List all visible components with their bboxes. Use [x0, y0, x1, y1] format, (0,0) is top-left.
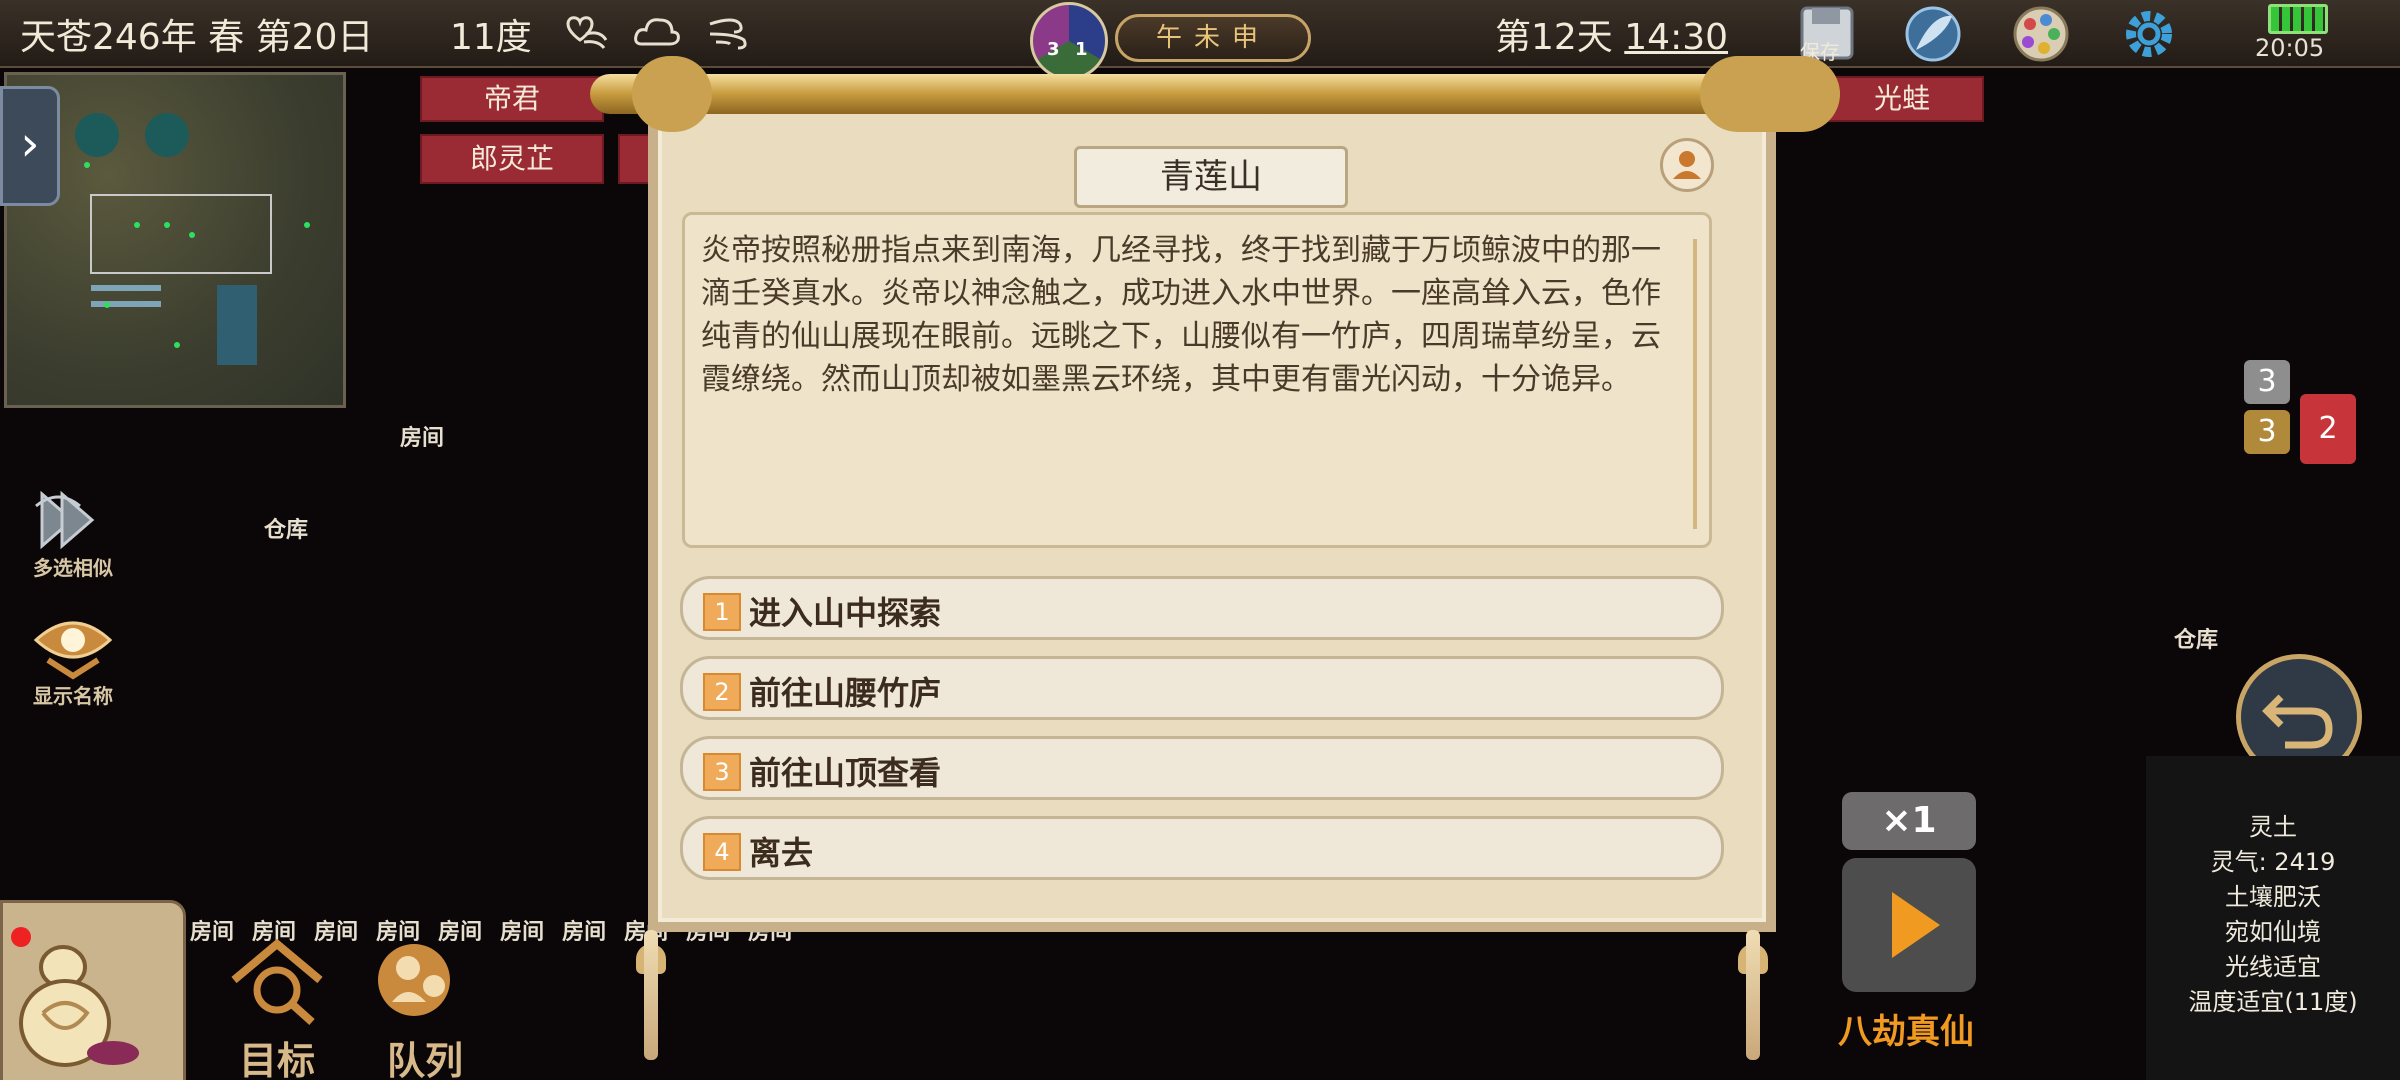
play-button[interactable]	[1842, 858, 1976, 992]
choice-label: 前往山顶查看	[749, 754, 942, 792]
story-text-box[interactable]: 炎帝按照秘册指点来到南海，几经寻找，终于找到藏于万顷鲸波中的那一滴壬癸真水。炎帝…	[682, 212, 1712, 548]
feather-icon[interactable]	[1902, 4, 1964, 64]
choice-button[interactable]: 2 前往山腰竹庐	[680, 656, 1724, 720]
show-names-label: 显示名称	[33, 684, 113, 708]
cloud-icon[interactable]	[632, 10, 682, 56]
character-tag[interactable]: 帝君	[420, 76, 604, 122]
system-time: 20:05	[2255, 34, 2325, 62]
choice-number: 3	[703, 753, 741, 791]
dialog-title: 青莲山	[1074, 146, 1348, 208]
wind-icon[interactable]	[706, 10, 756, 56]
taiji-number: 1	[1075, 39, 1088, 60]
tile-info-panel: 灵土 灵气: 2419 土壤肥沃 宛如仙境 光线适宜 温度适宜(11度)	[2146, 756, 2400, 1080]
multi-select-button[interactable]: 多选相似	[18, 486, 128, 581]
story-text: 炎帝按照秘册指点来到南海，几经寻找，终于找到藏于万顷鲸波中的那一滴壬癸真水。炎帝…	[701, 233, 1661, 397]
queue-icon	[378, 944, 450, 1016]
target-icon	[231, 938, 323, 1025]
scroll-rod	[590, 74, 1840, 114]
gear-icon[interactable]	[2118, 4, 2180, 64]
tassel-ornament	[644, 930, 658, 1060]
eye-icon	[33, 621, 113, 680]
tile-light: 光线适宜	[2225, 953, 2321, 981]
game-date: 天苍246年 春 第20日	[20, 17, 374, 58]
taiji-number: 3	[1047, 39, 1060, 60]
scroll-rod-end	[1700, 56, 1840, 132]
time-period: 午未申	[1115, 14, 1311, 62]
character-tag[interactable]: 光蛙	[1820, 76, 1984, 122]
map-label-warehouse: 仓库	[264, 518, 309, 543]
choice-number: 1	[703, 593, 741, 631]
queue-label: 队列	[386, 1039, 463, 1080]
character-tag-partial[interactable]	[618, 134, 652, 184]
map-label-warehouse: 仓库	[2174, 628, 2219, 653]
game-screen: 天苍246年 春 第20日 11度 3 1 午未申 第12天 14:30 保存	[0, 0, 2400, 1080]
choice-label: 离去	[749, 834, 814, 872]
map-label-room: 房间	[400, 426, 445, 451]
character-tag[interactable]: 郎灵芷	[420, 134, 604, 184]
play-icon	[1892, 892, 1940, 958]
choice-label: 前往山腰竹庐	[749, 674, 942, 712]
tile-soil: 土壤肥沃	[2225, 883, 2321, 911]
target-label: 目标	[238, 1039, 315, 1080]
tile-temperature: 温度适宜(11度)	[2188, 988, 2358, 1016]
speed-button[interactable]: ×1	[1842, 792, 1976, 850]
gourd-panel[interactable]	[0, 900, 186, 1080]
day-count: 第12天	[1495, 17, 1613, 58]
minimap-expand-button[interactable]: ›	[0, 86, 60, 206]
tile-qi: 灵气: 2419	[2210, 848, 2336, 876]
gourd-icon	[11, 927, 139, 1067]
target-button[interactable]: 目标	[222, 936, 332, 1080]
multi-select-label: 多选相似	[33, 556, 113, 580]
choice-label: 进入山中探索	[749, 594, 942, 632]
map-label-room: 房间	[562, 920, 607, 945]
heart-wind-icon[interactable]	[560, 10, 610, 56]
day-time: 第12天 14:30	[1495, 8, 1728, 60]
tassel-ornament	[1746, 930, 1760, 1060]
tile-type: 灵土	[2249, 813, 2297, 841]
tile-description: 宛如仙境	[2225, 918, 2321, 946]
taiji-indicator[interactable]: 3 1	[1030, 2, 1108, 80]
choice-button[interactable]: 3 前往山顶查看	[680, 736, 1724, 800]
avatar-button[interactable]	[1660, 138, 1714, 192]
temperature: 11度	[450, 17, 532, 58]
top-status-bar: 天苍246年 春 第20日 11度 3 1 午未申 第12天 14:30 保存	[0, 0, 2400, 80]
queue-button[interactable]: 队列	[370, 936, 480, 1080]
count-badge[interactable]: 3	[2244, 410, 2290, 454]
scroll-rod-end	[632, 56, 712, 132]
battery-icon	[2268, 4, 2328, 34]
map-label-room: 房间	[500, 920, 545, 945]
alert-badge[interactable]: 2	[2300, 394, 2356, 464]
choice-number: 4	[703, 833, 741, 871]
count-badge[interactable]: 3	[2244, 360, 2290, 404]
choice-button[interactable]: 4 离去	[680, 816, 1724, 880]
clock: 14:30	[1624, 17, 1729, 58]
palette-icon[interactable]	[2010, 4, 2072, 64]
choice-number: 2	[703, 673, 741, 711]
person-icon	[1673, 151, 1701, 179]
scrollbar[interactable]	[1693, 239, 1697, 529]
cultivation-rank: 八劫真仙	[1838, 1012, 1974, 1052]
choice-button[interactable]: 1 进入山中探索	[680, 576, 1724, 640]
multi-select-icon	[35, 490, 95, 550]
show-names-button[interactable]: 显示名称	[18, 610, 128, 709]
